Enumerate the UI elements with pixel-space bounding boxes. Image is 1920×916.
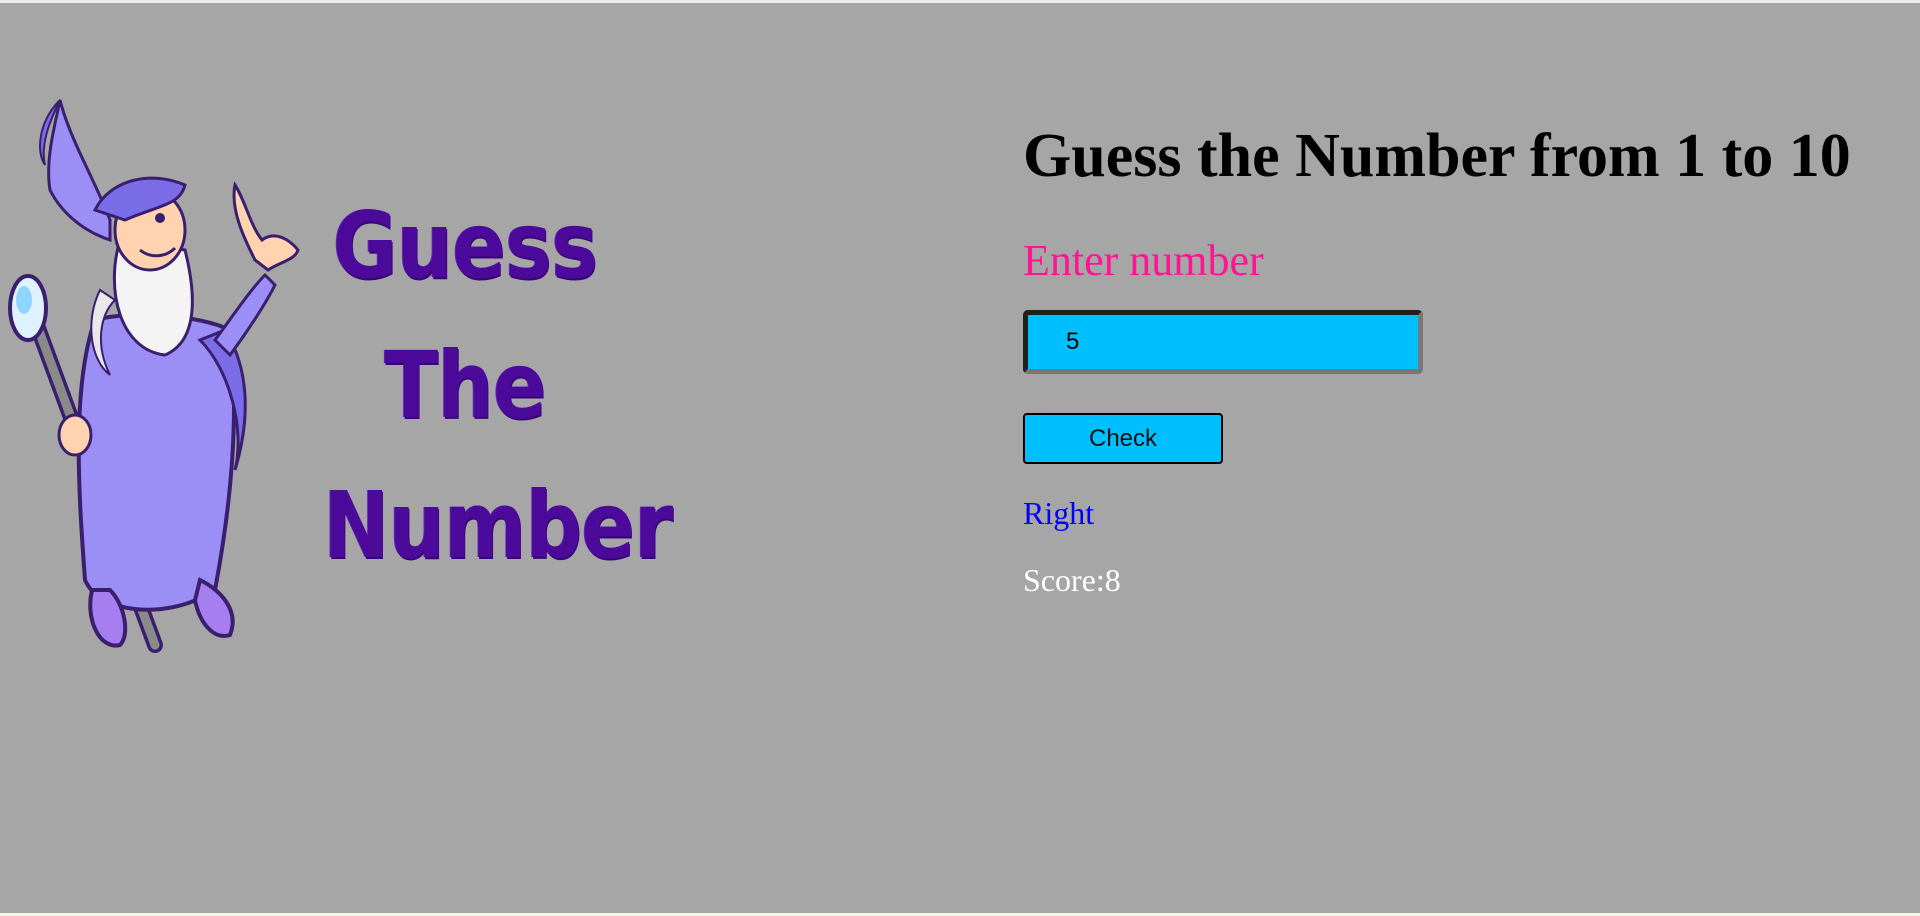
logo-word-number: Number — [323, 472, 673, 579]
page-title: Guess the Number from 1 to 10 — [1023, 122, 1851, 190]
logo-word-guess: Guess — [332, 192, 599, 299]
game-panel: Guess the Number from 1 to 10 Enter numb… — [1023, 118, 1903, 598]
enter-number-label: Enter number — [1023, 236, 1264, 285]
top-border — [0, 0, 1920, 3]
result-message: Right — [1023, 495, 1095, 531]
logo-word-the: The — [384, 332, 546, 439]
check-button[interactable]: Check — [1023, 413, 1223, 464]
game-logo: Guess The Number — [0, 90, 673, 670]
score-display: Score:8 — [1023, 562, 1121, 598]
number-input[interactable] — [1023, 310, 1423, 374]
wizard-icon — [8, 99, 300, 653]
